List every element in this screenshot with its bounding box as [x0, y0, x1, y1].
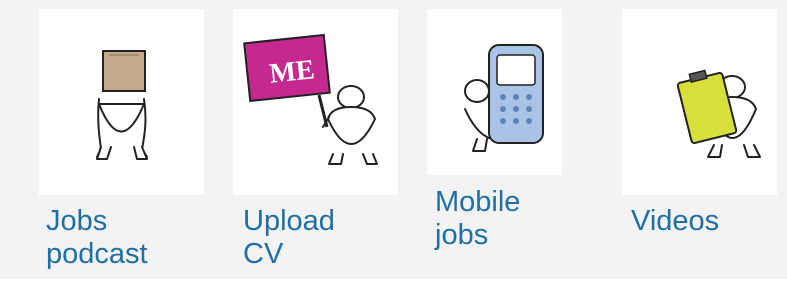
figure-holding-me-sign-icon: ME	[243, 33, 378, 165]
upload-cv-label[interactable]: Upload CV	[243, 205, 335, 271]
label-line: Jobs	[46, 205, 108, 237]
mobile-jobs-link[interactable]: Mobile jobs	[400, 0, 600, 279]
upload-cv-thumbnail[interactable]: ME	[233, 9, 398, 195]
videos-thumbnail[interactable]	[622, 9, 777, 195]
quick-links-panel: Jobs podcast ME Upload CV Mobile jobs Vi…	[0, 0, 787, 279]
figure-holding-clipboard-icon	[676, 69, 761, 158]
figure-holding-box-icon	[96, 50, 148, 160]
mobile-jobs-label[interactable]: Mobile jobs	[435, 186, 520, 252]
videos-link[interactable]: Videos	[600, 0, 787, 279]
jobs-podcast-thumbnail[interactable]	[39, 9, 204, 195]
figure-holding-mobile-phone-icon	[464, 44, 544, 152]
label-line: CV	[243, 238, 284, 270]
mobile-jobs-thumbnail[interactable]	[427, 9, 562, 175]
label-line: podcast	[46, 238, 148, 270]
label-line: Upload	[243, 205, 335, 237]
jobs-podcast-label[interactable]: Jobs podcast	[46, 205, 148, 271]
upload-cv-link[interactable]: ME Upload CV	[200, 0, 400, 279]
videos-label[interactable]: Videos	[631, 205, 719, 238]
label-line: jobs	[435, 219, 489, 251]
me-sign-text: ME	[268, 54, 316, 90]
label-line: Videos	[631, 205, 720, 237]
label-line: Mobile	[435, 186, 521, 218]
jobs-podcast-link[interactable]: Jobs podcast	[0, 0, 204, 279]
